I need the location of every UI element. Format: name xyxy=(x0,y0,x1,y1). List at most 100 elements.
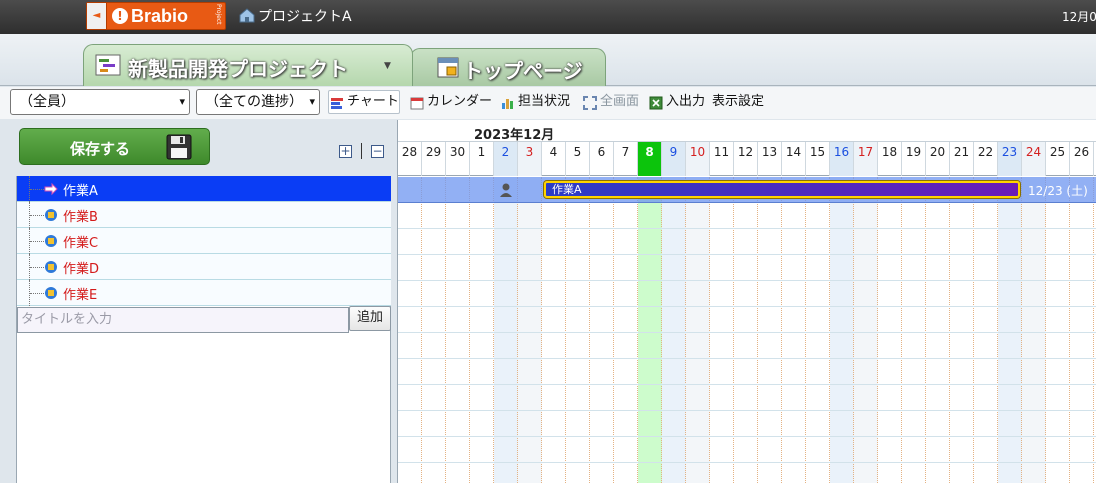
task-status-icon xyxy=(45,209,57,221)
task-bar-label: 作業A xyxy=(552,183,582,196)
tab-dropdown-icon[interactable]: ▼ xyxy=(384,61,391,71)
gantt-row[interactable] xyxy=(398,203,1096,229)
tab-strip: トップページ 新製品開発プロジェクト ▼ xyxy=(0,34,1096,86)
task-label: 作業A xyxy=(63,184,98,199)
day-header-cell: 16 xyxy=(830,142,854,176)
day-header-cell: 20 xyxy=(926,142,950,176)
task-list: 作業A 作業B 作業C 作業D 作業E タイトルを入力 追加 xyxy=(16,176,391,483)
gantt-row-empty xyxy=(398,463,1096,483)
project-breadcrumb[interactable]: プロジェクトA xyxy=(238,6,352,28)
day-header-cell: 2 xyxy=(494,142,518,176)
day-header: 28 29 30 1 2 3 4 5 6 7 8 9 10 11 12 13 14 15 16 17 18 19 20 21 2… xyxy=(398,142,1096,176)
task-label: 作業E xyxy=(63,288,98,303)
calendar-label: カレンダー xyxy=(427,94,493,109)
calendar-view-button[interactable]: カレンダー xyxy=(409,91,492,115)
task-label: 作業D xyxy=(63,262,100,277)
tree-connector xyxy=(29,280,45,306)
day-header-cell: 22 xyxy=(974,142,998,176)
tree-connector xyxy=(29,254,45,280)
day-header-cell: 9 xyxy=(662,142,686,176)
task-tree-pane: 保存する + − 作業A 作業B 作業C 作業D 作業E タイトルを入力 追加 xyxy=(0,120,397,483)
day-header-cell: 7 xyxy=(614,142,638,176)
project-name: プロジェクトA xyxy=(258,9,352,25)
day-header-cell: 24 xyxy=(1022,142,1046,176)
megaphone-icon: ◄ xyxy=(87,3,107,29)
gantt-row-empty xyxy=(398,411,1096,437)
day-header-cell: 15 xyxy=(806,142,830,176)
bar-graph-icon xyxy=(502,99,513,109)
day-header-cell: 30 xyxy=(446,142,470,176)
gantt-row-empty xyxy=(398,307,1096,333)
day-header-cell: 1 xyxy=(470,142,494,176)
tab-project-label: 新製品開発プロジェクト xyxy=(128,57,348,81)
day-header-cell: 28 xyxy=(398,142,422,176)
add-task-button[interactable]: 追加 xyxy=(349,306,391,331)
chart-icon xyxy=(331,98,343,109)
day-header-cell: 19 xyxy=(902,142,926,176)
gantt-row-empty xyxy=(398,359,1096,385)
task-label: 作業B xyxy=(63,210,98,225)
import-export-button[interactable]: 入出力 xyxy=(648,91,705,115)
progress-filter-value: （全ての進捗） xyxy=(205,94,303,110)
day-header-cell: 11 xyxy=(710,142,734,176)
day-header-cell: 12 xyxy=(734,142,758,176)
task-row-b[interactable]: 作業B xyxy=(17,202,391,228)
day-header-cell: 14 xyxy=(782,142,806,176)
month-label: 2023年12月 xyxy=(474,128,555,143)
day-header-cell: 21 xyxy=(950,142,974,176)
day-header-cell: 26 xyxy=(1070,142,1094,176)
assignment-status-button[interactable]: 担当状況 xyxy=(500,91,570,115)
task-row-a[interactable]: 作業A xyxy=(17,176,391,202)
chevron-down-icon: ▾ xyxy=(309,95,315,108)
toolbar: （全員） ▾ （全ての進捗） ▾ チャート カレンダー 担当状況 全画面 入出力… xyxy=(0,87,1096,119)
day-header-cell: 3 xyxy=(518,142,542,176)
task-label: 作業C xyxy=(63,236,99,251)
logo-text: Brabio xyxy=(131,6,189,26)
brabio-logo[interactable]: ◄ ! Brabio Project xyxy=(86,2,226,30)
fullscreen-label: 全画面 xyxy=(600,94,640,109)
task-row-e[interactable]: 作業E xyxy=(17,280,391,306)
divider xyxy=(361,143,362,159)
task-row-d[interactable]: 作業D xyxy=(17,254,391,280)
tab-project[interactable]: 新製品開発プロジェクト ▼ xyxy=(83,44,413,86)
fullscreen-icon xyxy=(583,96,597,110)
gantt-row-empty xyxy=(398,437,1096,463)
member-filter-select[interactable]: （全員） ▾ xyxy=(10,89,190,115)
display-settings-button[interactable]: 表示設定 xyxy=(712,91,764,115)
expand-all-button[interactable]: + xyxy=(339,145,352,158)
gantt-row-empty xyxy=(398,385,1096,411)
tab-top-page-label: トップページ xyxy=(463,59,583,83)
gantt-row[interactable] xyxy=(398,281,1096,307)
logo-sub: Project xyxy=(215,4,222,25)
month-header: 2023年12月 xyxy=(398,120,1096,143)
gantt-grid: 作業A 12/23 (土) xyxy=(398,177,1096,483)
assignee-person-icon[interactable] xyxy=(499,182,513,198)
day-header-cell: 17 xyxy=(854,142,878,176)
day-header-cell: 18 xyxy=(878,142,902,176)
gantt-row[interactable]: 作業A 12/23 (土) xyxy=(398,177,1096,203)
progress-filter-select[interactable]: （全ての進捗） ▾ xyxy=(196,89,320,115)
day-header-cell: 29 xyxy=(422,142,446,176)
fullscreen-button[interactable]: 全画面 xyxy=(582,91,639,115)
chart-view-button[interactable]: チャート xyxy=(328,90,400,114)
gantt-row[interactable] xyxy=(398,229,1096,255)
chart-label: チャート xyxy=(347,94,399,109)
tab-top-page[interactable]: トップページ xyxy=(410,48,606,86)
tree-connector xyxy=(29,228,45,254)
day-header-cell: 23 xyxy=(998,142,1022,176)
day-header-cell: 5 xyxy=(566,142,590,176)
task-bar[interactable]: 作業A xyxy=(544,181,1020,198)
calendar-page-icon xyxy=(437,57,459,78)
gantt-row[interactable] xyxy=(398,255,1096,281)
assignment-label: 担当状況 xyxy=(518,94,571,109)
collapse-all-button[interactable]: − xyxy=(371,145,384,158)
save-button[interactable]: 保存する xyxy=(19,128,210,165)
chevron-down-icon: ▾ xyxy=(179,95,185,108)
task-row-c[interactable]: 作業C xyxy=(17,228,391,254)
task-title-input[interactable]: タイトルを入力 xyxy=(17,307,349,333)
day-header-cell: 6 xyxy=(590,142,614,176)
excel-icon xyxy=(649,96,663,110)
floppy-disk-icon xyxy=(166,134,192,160)
arrow-right-icon xyxy=(44,182,58,196)
logo-mark: ! xyxy=(112,8,128,24)
